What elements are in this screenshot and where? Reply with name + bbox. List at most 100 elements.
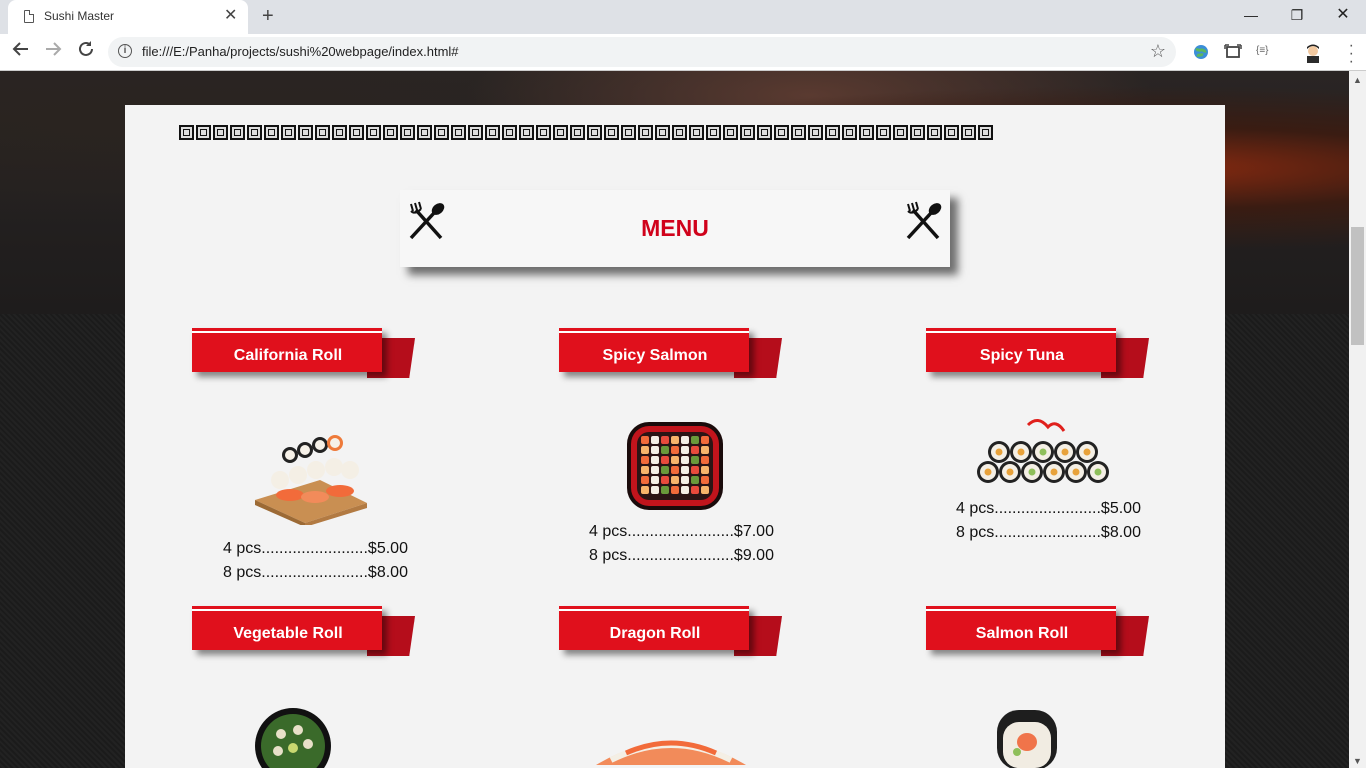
menu-item-ribbon[interactable]: Dragon Roll bbox=[559, 606, 784, 658]
price-row: 8 pcs........................$9.00 bbox=[589, 547, 774, 564]
tab-title: Sushi Master bbox=[44, 9, 115, 23]
decorative-square bbox=[757, 125, 772, 140]
decorative-square bbox=[638, 125, 653, 140]
decorative-square bbox=[332, 125, 347, 140]
decorative-square bbox=[944, 125, 959, 140]
fork-spoon-icon bbox=[902, 200, 946, 244]
profile-avatar[interactable] bbox=[1303, 43, 1321, 63]
decorative-square bbox=[400, 125, 415, 140]
price-row: 4 pcs........................$7.00 bbox=[589, 523, 774, 540]
decorative-square bbox=[281, 125, 296, 140]
decorative-square bbox=[587, 125, 602, 140]
close-window-button[interactable]: ✕ bbox=[1320, 4, 1366, 28]
decorative-square bbox=[910, 125, 925, 140]
price-row: 4 pcs........................$5.00 bbox=[223, 540, 408, 557]
scroll-down-arrow-icon[interactable]: ▼ bbox=[1353, 756, 1362, 766]
decorative-square bbox=[553, 125, 568, 140]
decorative-square bbox=[468, 125, 483, 140]
decorative-square bbox=[842, 125, 857, 140]
json-extension-icon[interactable]: {≡} bbox=[1256, 45, 1274, 63]
menu-title: MENU bbox=[641, 215, 709, 241]
decorative-square bbox=[876, 125, 891, 140]
menu-item-name: Spicy Tuna bbox=[979, 347, 1065, 364]
forward-icon[interactable] bbox=[44, 40, 62, 64]
decorative-square bbox=[264, 125, 279, 140]
decorative-square bbox=[655, 125, 670, 140]
decorative-square bbox=[383, 125, 398, 140]
decorative-square bbox=[417, 125, 432, 140]
minimize-button[interactable]: — bbox=[1228, 4, 1274, 28]
decorative-square bbox=[689, 125, 704, 140]
tab-close-icon[interactable]: ✕ bbox=[224, 6, 237, 26]
scrollbar-thumb[interactable] bbox=[1351, 227, 1364, 345]
screenshot-extension-icon[interactable] bbox=[1224, 43, 1242, 61]
decorative-square bbox=[485, 125, 500, 140]
decorative-square bbox=[434, 125, 449, 140]
menu-item-ribbon[interactable]: Spicy Salmon bbox=[559, 328, 784, 380]
decorative-square bbox=[315, 125, 330, 140]
decorative-square bbox=[349, 125, 364, 140]
page-icon bbox=[24, 10, 34, 23]
decorative-square bbox=[247, 125, 262, 140]
menu-item-name: Dragon Roll bbox=[609, 625, 701, 642]
spicy-tuna-image bbox=[977, 419, 1109, 483]
decorative-square bbox=[536, 125, 551, 140]
price-list: 4 pcs........................$7.00 8 pcs… bbox=[589, 520, 774, 568]
decorative-square bbox=[298, 125, 313, 140]
bookmark-star-icon[interactable]: ☆ bbox=[1150, 41, 1166, 62]
decorative-square bbox=[570, 125, 585, 140]
decorative-square bbox=[672, 125, 687, 140]
menu-item-name: California Roll bbox=[233, 347, 343, 364]
menu-header-box: MENU bbox=[400, 190, 950, 267]
price-row: 8 pcs........................$8.00 bbox=[956, 524, 1141, 541]
menu-item-name: Salmon Roll bbox=[975, 625, 1069, 642]
salmon-roll-image bbox=[997, 710, 1057, 768]
decorative-square bbox=[604, 125, 619, 140]
page-viewport: MENU California Roll Spicy Salmon Spicy … bbox=[0, 71, 1349, 768]
decorative-square bbox=[961, 125, 976, 140]
decorative-square bbox=[774, 125, 789, 140]
decorative-square bbox=[893, 125, 908, 140]
decorative-square bbox=[723, 125, 738, 140]
scroll-up-arrow-icon[interactable]: ▲ bbox=[1353, 75, 1362, 85]
globe-extension-icon[interactable] bbox=[1192, 43, 1210, 61]
decorative-border bbox=[179, 125, 1171, 143]
decorative-square bbox=[825, 125, 840, 140]
decorative-square bbox=[859, 125, 874, 140]
back-icon[interactable] bbox=[12, 40, 30, 64]
tab-bar: Sushi Master ✕ + — ❐ ✕ bbox=[0, 0, 1366, 34]
decorative-square bbox=[927, 125, 942, 140]
decorative-square bbox=[502, 125, 517, 140]
url-text[interactable]: file:///E:/Panha/projects/sushi%20webpag… bbox=[142, 44, 459, 59]
page-scrollbar[interactable]: ▲ ▼ bbox=[1349, 71, 1366, 768]
decorative-square bbox=[978, 125, 993, 140]
menu-panel: MENU California Roll Spicy Salmon Spicy … bbox=[125, 105, 1225, 768]
info-icon[interactable]: i bbox=[118, 44, 132, 58]
address-bar[interactable]: i file:///E:/Panha/projects/sushi%20webp… bbox=[108, 37, 1176, 67]
decorative-square bbox=[230, 125, 245, 140]
decorative-square bbox=[791, 125, 806, 140]
decorative-square bbox=[451, 125, 466, 140]
restore-button[interactable]: ❐ bbox=[1274, 4, 1320, 28]
browser-toolbar: i file:///E:/Panha/projects/sushi%20webp… bbox=[0, 34, 1366, 71]
decorative-square bbox=[213, 125, 228, 140]
spicy-salmon-image bbox=[627, 422, 723, 510]
menu-item-name: Vegetable Roll bbox=[233, 625, 343, 642]
new-tab-button[interactable]: + bbox=[262, 5, 274, 27]
menu-item-ribbon[interactable]: California Roll bbox=[192, 328, 417, 380]
vegetable-roll-image bbox=[255, 708, 331, 768]
menu-item-ribbon[interactable]: Vegetable Roll bbox=[192, 606, 417, 658]
decorative-square bbox=[179, 125, 194, 140]
price-list: 4 pcs........................$5.00 8 pcs… bbox=[956, 497, 1141, 545]
browser-menu-icon[interactable]: · · · bbox=[1349, 38, 1354, 70]
menu-item-ribbon[interactable]: Spicy Tuna bbox=[926, 328, 1151, 380]
price-row: 4 pcs........................$5.00 bbox=[956, 500, 1141, 517]
menu-item-name: Spicy Salmon bbox=[602, 347, 708, 364]
california-roll-image bbox=[255, 435, 367, 525]
reload-icon[interactable] bbox=[77, 40, 95, 64]
browser-tab[interactable]: Sushi Master ✕ bbox=[8, 0, 248, 34]
price-row: 8 pcs........................$8.00 bbox=[223, 564, 408, 581]
decorative-square bbox=[706, 125, 721, 140]
decorative-square bbox=[519, 125, 534, 140]
menu-item-ribbon[interactable]: Salmon Roll bbox=[926, 606, 1151, 658]
